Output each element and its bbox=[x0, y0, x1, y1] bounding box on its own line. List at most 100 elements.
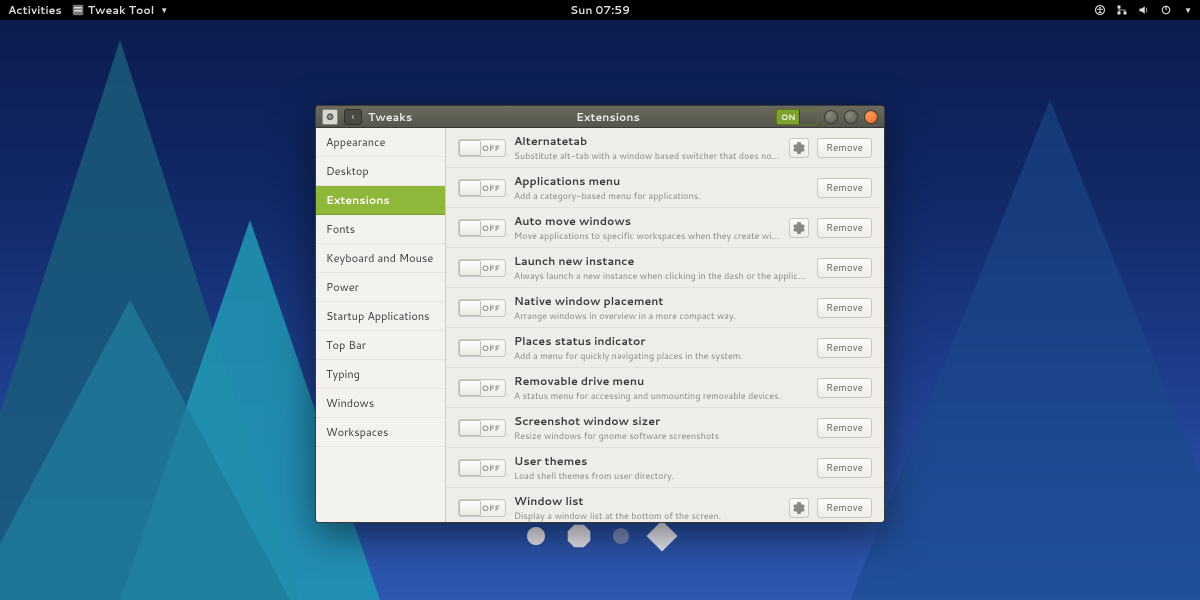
extension-text: Places status indicatorAdd a menu for qu… bbox=[514, 333, 809, 362]
sidebar-item-extensions[interactable]: Extensions bbox=[316, 186, 445, 215]
extensions-list: OFF AlternatetabSubstitute alt-tab with a… bbox=[446, 128, 884, 522]
extension-text: Applications menuAdd a category-based me… bbox=[514, 173, 809, 202]
toggle-knob bbox=[459, 140, 481, 156]
minimize-button[interactable] bbox=[824, 110, 838, 124]
extension-toggle[interactable]: OFF bbox=[458, 459, 506, 477]
toggle-knob bbox=[459, 380, 481, 396]
extension-name: Auto move windows bbox=[514, 213, 781, 229]
extension-row: OFF Auto move windowsMove applications to… bbox=[446, 208, 884, 248]
extension-toggle[interactable]: OFF bbox=[458, 339, 506, 357]
wallpaper-triangle bbox=[850, 100, 1200, 600]
toggle-knob bbox=[459, 420, 481, 436]
extension-remove-button[interactable]: Remove bbox=[817, 178, 872, 198]
dock-item[interactable] bbox=[527, 527, 545, 545]
app-menu-label: Tweak Tool bbox=[88, 2, 154, 18]
extension-remove-button[interactable]: Remove bbox=[817, 418, 872, 438]
extension-name: Window list bbox=[514, 493, 781, 509]
extension-toggle[interactable]: OFF bbox=[458, 219, 506, 237]
toggle-state-label: OFF bbox=[482, 142, 500, 154]
extension-toggle[interactable]: OFF bbox=[458, 379, 506, 397]
top-panel: Activities Tweak Tool ▼ Sun 07:59 ▼ bbox=[0, 0, 1200, 20]
extension-name: Native window placement bbox=[514, 293, 809, 309]
extension-text: Launch new instanceAlways launch a new i… bbox=[514, 253, 809, 282]
dock-item[interactable] bbox=[613, 528, 629, 544]
extension-description: Add a menu for quickly navigating places… bbox=[514, 349, 809, 362]
extension-remove-button[interactable]: Remove bbox=[817, 258, 872, 278]
sidebar-item-fonts[interactable]: Fonts bbox=[316, 215, 445, 244]
volume-icon[interactable] bbox=[1138, 4, 1150, 16]
toggle-state-label: OFF bbox=[482, 302, 500, 314]
extension-remove-button[interactable]: Remove bbox=[817, 298, 872, 318]
power-icon[interactable] bbox=[1160, 4, 1172, 16]
extension-row: OFF Native window placementArrange window… bbox=[446, 288, 884, 328]
extension-toggle[interactable]: OFF bbox=[458, 179, 506, 197]
toggle-knob bbox=[459, 340, 481, 356]
network-icon[interactable] bbox=[1116, 4, 1128, 16]
dock bbox=[527, 524, 673, 548]
extension-row: OFF Applications menuAdd a category-based… bbox=[446, 168, 884, 208]
extension-name: Screenshot window sizer bbox=[514, 413, 809, 429]
titlebar-title-left: Tweaks bbox=[368, 109, 412, 125]
sidebar-item-workspaces[interactable]: Workspaces bbox=[316, 418, 445, 447]
extension-remove-button[interactable]: Remove bbox=[817, 218, 872, 238]
extension-remove-button[interactable]: Remove bbox=[817, 378, 872, 398]
toggle-knob bbox=[459, 180, 481, 196]
extension-name: Launch new instance bbox=[514, 253, 809, 269]
extension-name: Applications menu bbox=[514, 173, 809, 189]
extension-description: Move applications to specific workspaces… bbox=[514, 229, 781, 242]
extension-remove-button[interactable]: Remove bbox=[817, 498, 872, 518]
extension-row: OFF User themesLoad shell themes from use… bbox=[446, 448, 884, 488]
extension-remove-button[interactable]: Remove bbox=[817, 458, 872, 478]
sidebar-item-keyboard-and-mouse[interactable]: Keyboard and Mouse bbox=[316, 244, 445, 273]
extension-name: Removable drive menu bbox=[514, 373, 809, 389]
toggle-knob bbox=[799, 110, 817, 124]
dock-item[interactable] bbox=[646, 520, 677, 551]
extension-toggle[interactable]: OFF bbox=[458, 259, 506, 277]
extension-name: Places status indicator bbox=[514, 333, 809, 349]
tweak-tool-icon bbox=[72, 4, 84, 16]
extension-text: Native window placementArrange windows i… bbox=[514, 293, 809, 322]
extension-row: OFF Window listDisplay a window list at t… bbox=[446, 488, 884, 522]
extension-settings-button[interactable] bbox=[789, 218, 809, 238]
extension-description: Always launch a new instance when clicki… bbox=[514, 269, 809, 282]
toggle-state-label: OFF bbox=[482, 262, 500, 274]
extension-text: Removable drive menuA status menu for ac… bbox=[514, 373, 809, 402]
panel-clock[interactable]: Sun 07:59 bbox=[570, 2, 630, 18]
toggle-knob bbox=[459, 260, 481, 276]
sidebar-item-desktop[interactable]: Desktop bbox=[316, 157, 445, 186]
sidebar-item-appearance[interactable]: Appearance bbox=[316, 128, 445, 157]
extension-description: Load shell themes from user directory. bbox=[514, 469, 809, 482]
extension-toggle[interactable]: OFF bbox=[458, 499, 506, 517]
extension-text: AlternatetabSubstitute alt-tab with a wi… bbox=[514, 133, 781, 162]
extension-settings-button[interactable] bbox=[789, 138, 809, 158]
maximize-button[interactable] bbox=[844, 110, 858, 124]
extension-row: OFF AlternatetabSubstitute alt-tab with a… bbox=[446, 128, 884, 168]
accessibility-icon[interactable] bbox=[1094, 4, 1106, 16]
extension-text: User themesLoad shell themes from user d… bbox=[514, 453, 809, 482]
activities-button[interactable]: Activities bbox=[8, 2, 62, 18]
extension-toggle[interactable]: OFF bbox=[458, 139, 506, 157]
close-button[interactable] bbox=[864, 110, 878, 124]
extension-text: Screenshot window sizerResize windows fo… bbox=[514, 413, 809, 442]
extension-remove-button[interactable]: Remove bbox=[817, 338, 872, 358]
sidebar-item-windows[interactable]: Windows bbox=[316, 389, 445, 418]
extension-text: Window listDisplay a window list at the … bbox=[514, 493, 781, 522]
sidebar-item-startup-applications[interactable]: Startup Applications bbox=[316, 302, 445, 331]
toggle-state-label: OFF bbox=[482, 382, 500, 394]
sidebar-item-typing[interactable]: Typing bbox=[316, 360, 445, 389]
extension-toggle[interactable]: OFF bbox=[458, 419, 506, 437]
chevron-down-icon: ▼ bbox=[1184, 4, 1192, 16]
extension-remove-button[interactable]: Remove bbox=[817, 138, 872, 158]
back-button[interactable]: ‹ bbox=[344, 109, 362, 125]
app-menu[interactable]: Tweak Tool ▼ bbox=[72, 2, 168, 18]
extension-settings-button[interactable] bbox=[789, 498, 809, 518]
toggle-label: ON bbox=[777, 111, 795, 123]
dock-item[interactable] bbox=[567, 524, 591, 548]
sidebar-item-power[interactable]: Power bbox=[316, 273, 445, 302]
extensions-master-toggle[interactable]: ON bbox=[776, 109, 818, 125]
toggle-knob bbox=[459, 220, 481, 236]
sidebar-item-top-bar[interactable]: Top Bar bbox=[316, 331, 445, 360]
extension-toggle[interactable]: OFF bbox=[458, 299, 506, 317]
toggle-knob bbox=[459, 460, 481, 476]
titlebar[interactable]: ⚙ ‹ Tweaks Extensions ON bbox=[316, 106, 884, 128]
